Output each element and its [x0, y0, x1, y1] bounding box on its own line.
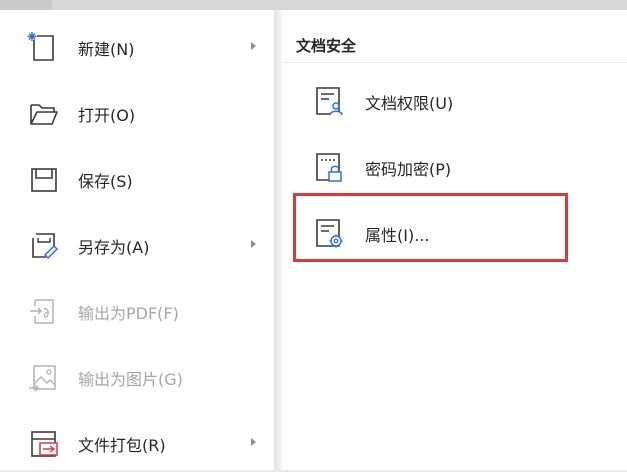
- menu-item-file-package[interactable]: 文件打包(R): [0, 412, 276, 472]
- menu-item-file-package-label: 文件打包(R): [78, 436, 166, 455]
- file-menu-left-pane: 新建(N) 打开(O) 保存(S) 另存为(A) 输出为PDF(F) 输出为图片…: [0, 10, 276, 470]
- document-permission-icon: [316, 87, 343, 116]
- highlight-annotation-box: [293, 193, 568, 262]
- password-encrypt-icon: [316, 153, 342, 182]
- save-icon: [31, 168, 57, 192]
- open-folder-icon: [30, 104, 58, 125]
- menu-item-save[interactable]: 保存(S): [0, 148, 276, 208]
- save-as-icon: [32, 233, 59, 260]
- menu-item-new-label: 新建(N): [78, 40, 135, 59]
- export-pdf-icon: [30, 299, 54, 324]
- submenu-title: 文档安全: [296, 37, 357, 55]
- menu-item-export-pdf-label: 输出为PDF(F): [78, 304, 179, 323]
- menu-item-save-label: 保存(S): [78, 172, 133, 191]
- menu-item-open[interactable]: 打开(O): [0, 82, 276, 142]
- submenu-item-document-permission[interactable]: 文档权限(U): [282, 70, 627, 130]
- new-file-icon: [27, 32, 54, 61]
- menu-item-export-pdf: 输出为PDF(F): [0, 280, 276, 340]
- menu-item-save-as-label: 另存为(A): [78, 238, 150, 257]
- chevron-right-icon: [251, 438, 256, 446]
- menu-item-new[interactable]: 新建(N): [0, 16, 276, 76]
- submenu-separator: [282, 62, 627, 63]
- submenu-item-password-encrypt[interactable]: 密码加密(P): [282, 136, 627, 196]
- file-package-icon: [31, 431, 58, 457]
- chevron-right-icon: [251, 42, 256, 50]
- submenu-item-document-permission-label: 文档权限(U): [365, 94, 454, 113]
- file-menu-popup: 新建(N) 打开(O) 保存(S) 另存为(A) 输出为PDF(F) 输出为图片…: [0, 10, 627, 470]
- submenu-item-password-encrypt-label: 密码加密(P): [365, 160, 452, 179]
- chevron-right-icon: [251, 240, 256, 248]
- pane-divider: [274, 10, 282, 470]
- menu-item-save-as[interactable]: 另存为(A): [0, 214, 276, 274]
- menu-item-export-image-label: 输出为图片(G): [78, 370, 183, 389]
- menu-item-export-image: 输出为图片(G): [0, 346, 276, 406]
- document-security-submenu: 文档安全 文档权限(U) 密码加密(P) 属性(I)...: [282, 10, 627, 470]
- menu-item-open-label: 打开(O): [78, 106, 136, 125]
- export-image-icon: [29, 365, 56, 392]
